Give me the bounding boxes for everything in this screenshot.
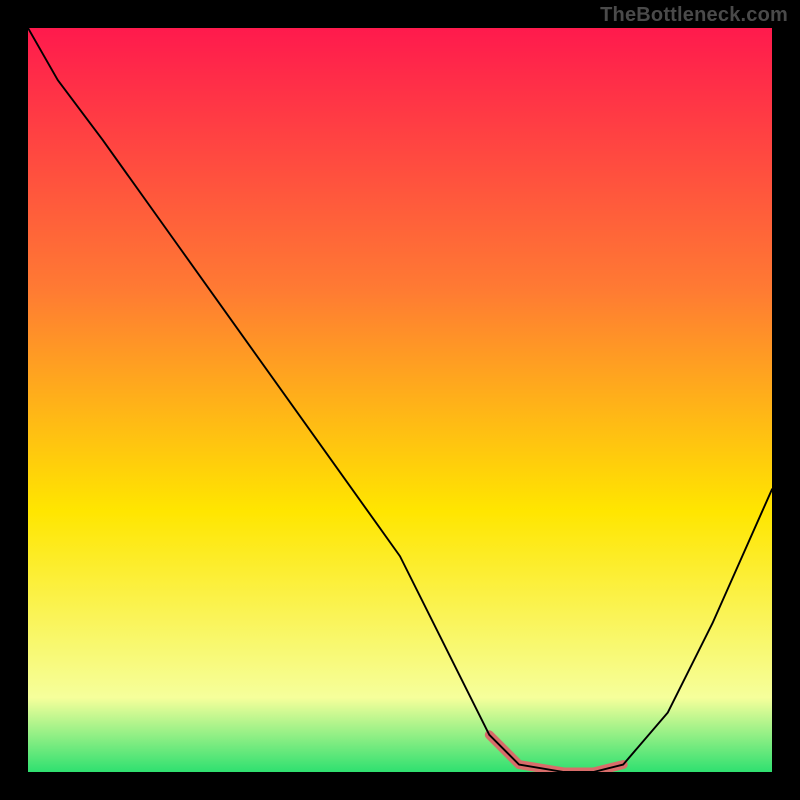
- plot-area: [28, 28, 772, 772]
- chart-svg: [28, 28, 772, 772]
- watermark-text: TheBottleneck.com: [600, 4, 788, 27]
- chart-frame: TheBottleneck.com: [0, 0, 800, 800]
- gradient-bg: [28, 28, 772, 772]
